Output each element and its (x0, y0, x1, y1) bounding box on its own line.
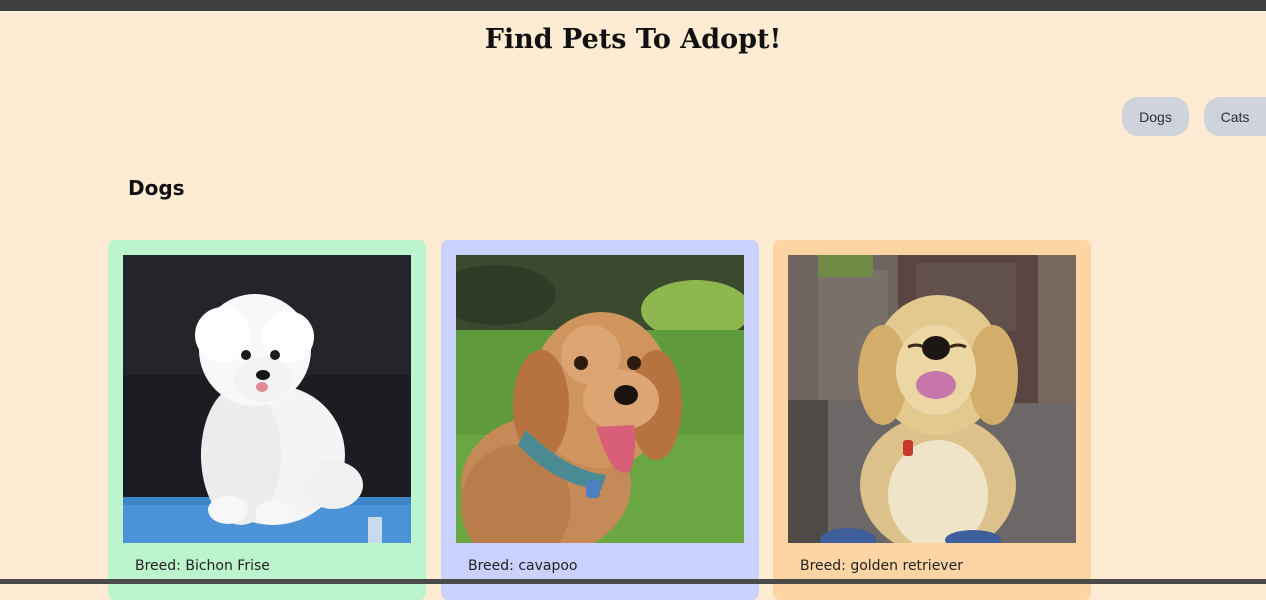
pet-breed-label: Breed: cavapoo (468, 558, 578, 574)
browser-top-bar (0, 0, 1266, 11)
pet-card[interactable]: Breed: golden retriever (773, 240, 1091, 600)
section-title: Dogs (128, 176, 185, 200)
pet-photo-bichon-frise (123, 255, 411, 543)
page-title: Find Pets To Adopt! (484, 24, 782, 55)
pet-card[interactable]: Breed: Bichon Frise (108, 240, 426, 600)
pet-card[interactable]: Breed: cavapoo (441, 240, 759, 600)
pet-breed-label: Breed: golden retriever (800, 558, 963, 574)
cats-filter-button[interactable]: Cats (1204, 97, 1266, 136)
browser-bottom-bar (0, 579, 1266, 584)
pet-photo-cavapoo (456, 255, 744, 543)
pet-photo-golden-retriever (788, 255, 1076, 543)
dogs-filter-button[interactable]: Dogs (1122, 97, 1189, 136)
pet-breed-label: Breed: Bichon Frise (135, 558, 270, 574)
